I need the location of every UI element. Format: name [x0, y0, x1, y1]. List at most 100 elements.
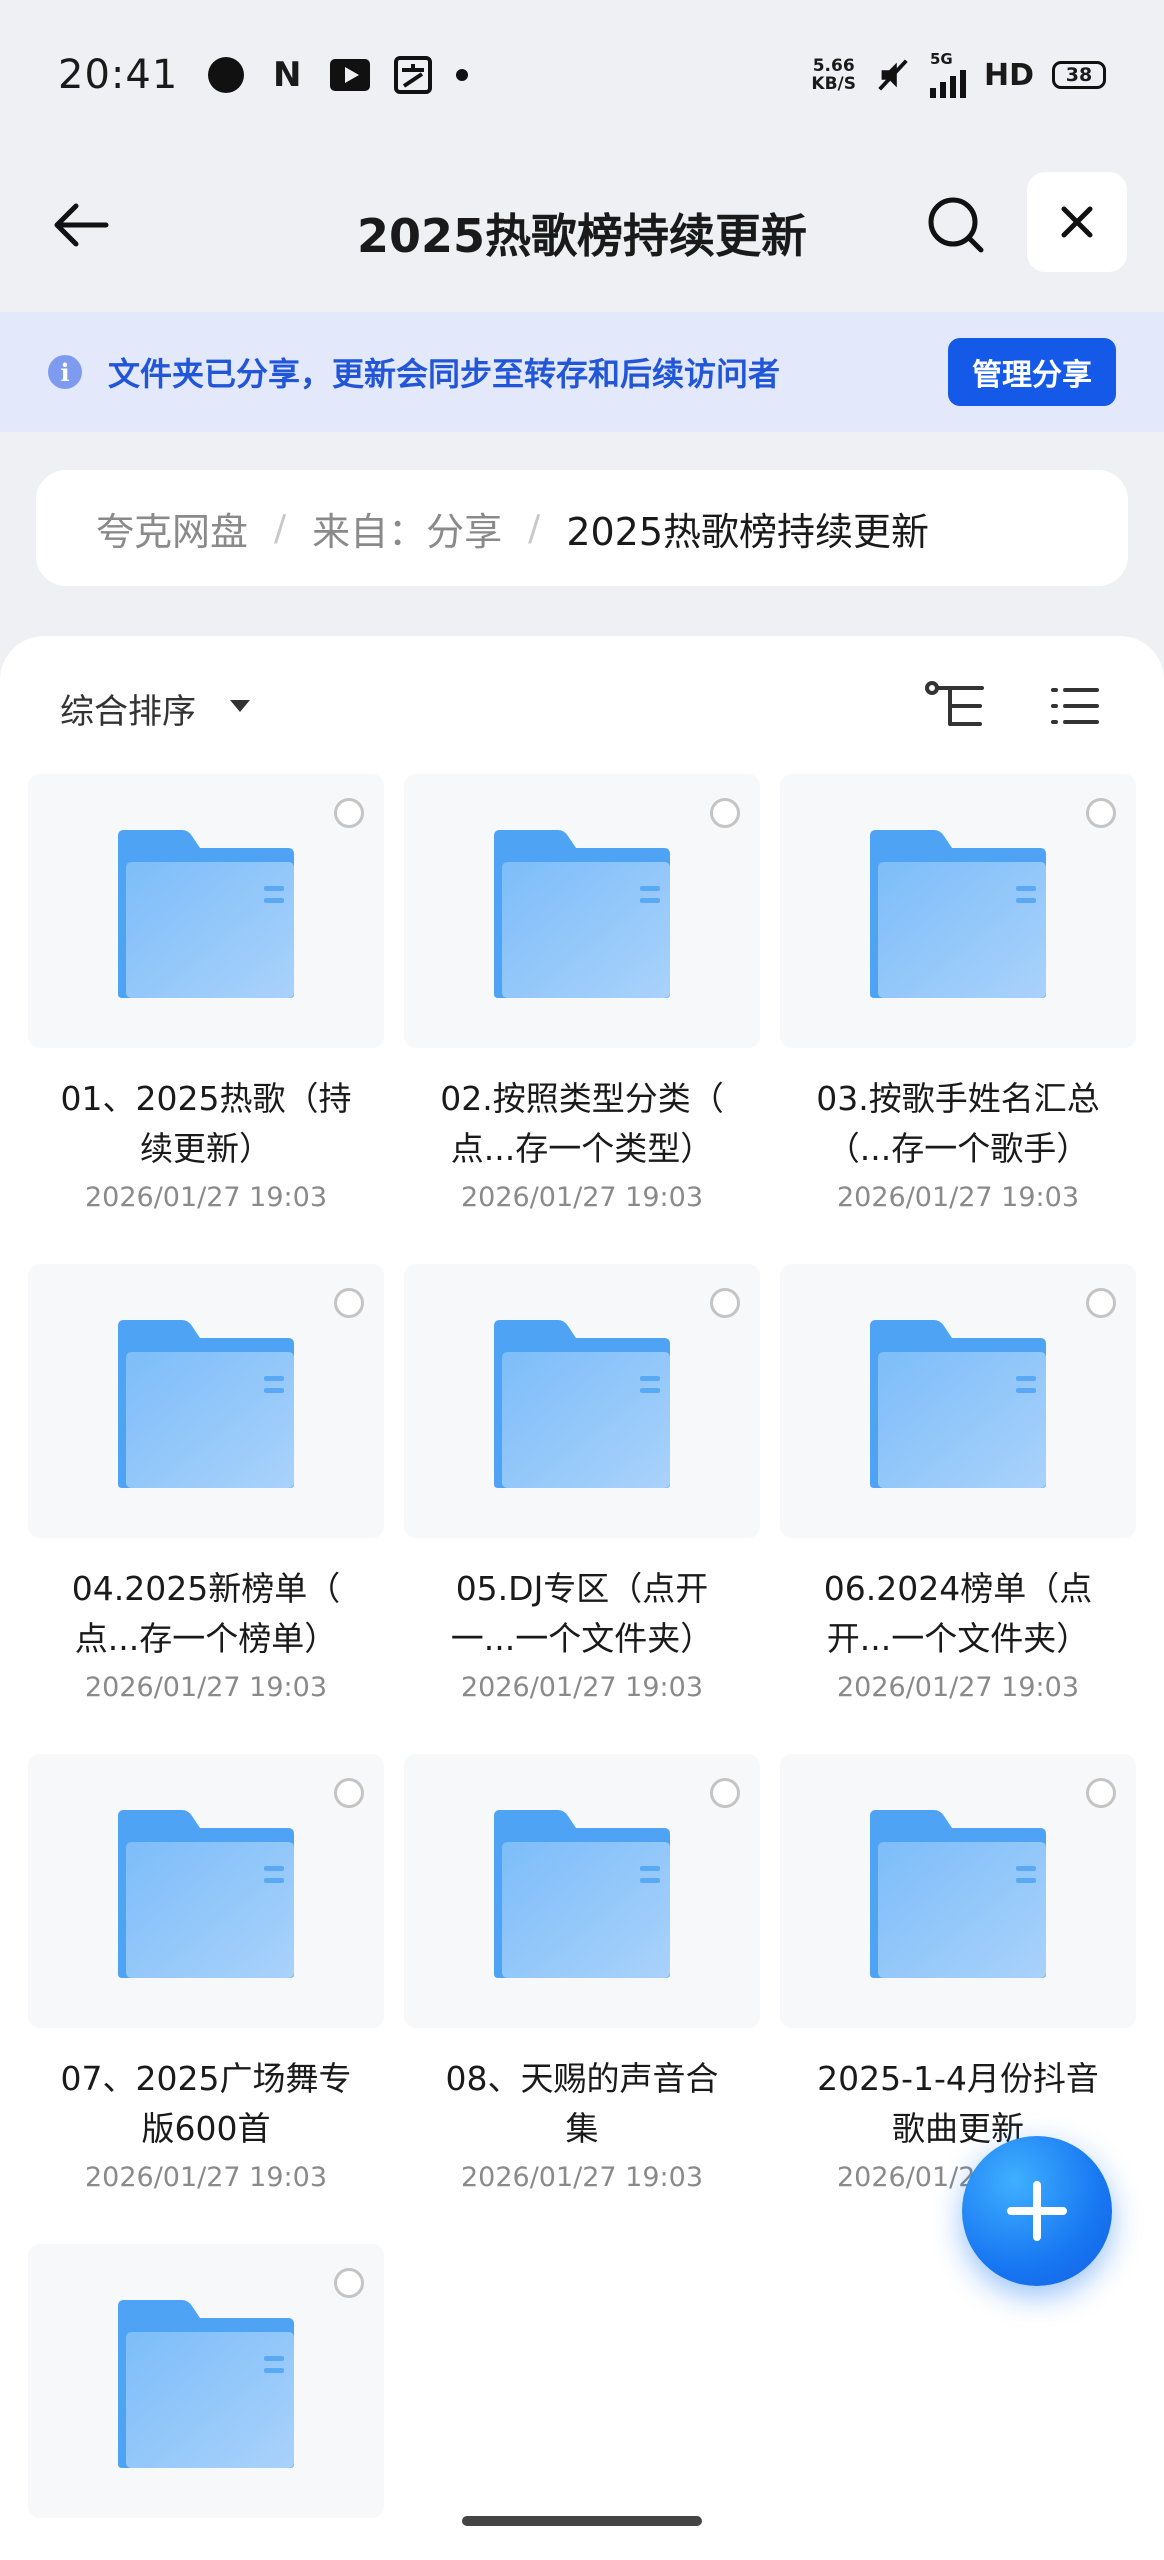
folder-icon: [494, 1810, 670, 1978]
folder-thumbnail: [28, 2244, 384, 2518]
folder-icon: [494, 1320, 670, 1488]
breadcrumb-separator: /: [528, 507, 541, 549]
network-speed-value: 5.66: [812, 56, 855, 76]
folder-name-line-1: 08、天赐的声音合: [445, 2059, 719, 2098]
share-notice-banner: i 文件夹已分享，更新会同步至转存和后续访问者 管理分享: [0, 312, 1164, 432]
breadcrumb: 夸克网盘 / 来自：分享 / 2025热歌榜持续更新: [36, 470, 1128, 586]
file-grid: 01、2025热歌（持 续更新） 2026/01/27 19:03 02.按照类型…: [0, 636, 1164, 2560]
folder-name: 03.按歌手姓名汇总 （...存一个歌手）: [780, 1074, 1136, 1174]
folder-name: 2025-1-4月份抖音 歌曲更新: [780, 2054, 1136, 2154]
folder-name-line-2: 一...一个文件夹）: [450, 1619, 714, 1658]
signal-bars-icon: [929, 66, 966, 98]
search-icon: [928, 197, 984, 253]
status-time: 20:41: [58, 52, 179, 98]
folder-name-line-1: 06.2024榜单（点: [823, 1569, 1093, 1608]
folder-name-line-2: 版600首: [141, 2109, 271, 2148]
circle-app-icon: [208, 57, 245, 93]
folder-item[interactable]: 02.按照类型分类（ 点...存一个类型） 2026/01/27 19:03: [404, 774, 764, 1254]
folder-name-line-2: 续更新）: [140, 1129, 272, 1168]
folder-icon: [870, 830, 1046, 998]
folder-name-line-2: 集: [565, 2109, 599, 2148]
folder-thumbnail: [780, 1754, 1136, 2028]
folder-icon: [118, 1810, 294, 1978]
folder-name-line-2: 点...存一个类型）: [450, 1129, 714, 1168]
folder-item[interactable]: 05.DJ专区（点开 一...一个文件夹） 2026/01/27 19:03: [404, 1264, 764, 1744]
folder-name-line-2: 点...存一个榜单）: [74, 1619, 338, 1658]
select-checkbox[interactable]: [334, 798, 364, 828]
folder-name-line-2: （...存一个歌手）: [826, 1129, 1090, 1168]
folder-name: 06.2024榜单（点 开...一个文件夹）: [780, 1564, 1136, 1664]
folder-name: 07、2025广场舞专 版600首: [28, 2054, 384, 2154]
folder-date: 2026/01/27 19:03: [836, 1672, 1079, 1703]
breadcrumb-item-shared[interactable]: 来自：分享: [312, 501, 502, 556]
add-button[interactable]: [962, 2136, 1112, 2286]
header: 2025热歌榜持续更新: [0, 160, 1164, 290]
folder-date: 2026/01/27 19:03: [460, 1672, 703, 1703]
folder-icon: [118, 2300, 294, 2468]
folder-thumbnail: [28, 1754, 384, 2028]
folder-name: 04.2025新榜单（ 点...存一个榜单）: [28, 1564, 384, 1664]
vibrate-mute-icon: [874, 56, 912, 94]
notification-icons: N: [208, 55, 469, 95]
file-panel: 综合排序 01、2025热歌（持 续更新） 2026/01/27 19:03 02…: [0, 636, 1164, 2560]
breadcrumb-item-root[interactable]: 夸克网盘: [96, 501, 248, 556]
folder-name-line-1: 01、2025热歌（持: [60, 1079, 352, 1118]
folder-name: 01、2025热歌（持 续更新）: [28, 1074, 384, 1174]
folder-item[interactable]: 07、2025广场舞专 版600首 2026/01/27 19:03: [28, 1754, 388, 2234]
folder-name: 08、天赐的声音合集: [404, 2054, 760, 2154]
close-button[interactable]: [1027, 172, 1127, 272]
youtube-icon: [330, 59, 371, 91]
folder-item[interactable]: 08、天赐的声音合集 2026/01/27 19:03: [404, 1754, 764, 2234]
select-checkbox[interactable]: [1086, 1778, 1116, 1808]
folder-icon: [118, 1320, 294, 1488]
network-speed-unit: KB/S: [811, 74, 856, 94]
breadcrumb-separator: /: [274, 507, 287, 549]
hd-indicator: HD: [983, 57, 1034, 93]
folder-thumbnail: [28, 774, 384, 1048]
folder-thumbnail: [404, 1264, 760, 1538]
folder-date: 2026/01/27 19:03: [460, 1182, 703, 1213]
folder-item[interactable]: 01、2025热歌（持 续更新） 2026/01/27 19:03: [28, 774, 388, 1254]
select-checkbox[interactable]: [334, 1288, 364, 1318]
manage-share-button[interactable]: 管理分享: [948, 338, 1116, 406]
folder-name-line-1: 02.按照类型分类（: [440, 1079, 724, 1118]
folder-thumbnail: [780, 1264, 1136, 1538]
folder-name-line-2: 开...一个文件夹）: [826, 1619, 1090, 1658]
select-checkbox[interactable]: [710, 1778, 740, 1808]
select-checkbox[interactable]: [334, 1778, 364, 1808]
folder-item[interactable]: 06.2024榜单（点 开...一个文件夹） 2026/01/27 19:03: [780, 1264, 1140, 1744]
select-checkbox[interactable]: [710, 798, 740, 828]
folder-date: 2026/01/27 19:03: [84, 2162, 327, 2193]
folder-date: 2026/01/27 19:03: [84, 1672, 327, 1703]
select-checkbox[interactable]: [1086, 798, 1116, 828]
battery-icon: 38: [1052, 61, 1106, 89]
folder-date: 2026/01/27 19:03: [836, 1182, 1079, 1213]
info-icon: i: [48, 355, 82, 389]
folder-item[interactable]: [28, 2244, 388, 2518]
folder-icon: [870, 1810, 1046, 1978]
folder-name: 02.按照类型分类（ 点...存一个类型）: [404, 1074, 760, 1174]
folder-name-line-1: 2025-1-4月份抖音: [817, 2059, 1099, 2098]
folder-item[interactable]: 03.按歌手姓名汇总 （...存一个歌手） 2026/01/27 19:03: [780, 774, 1140, 1254]
select-checkbox[interactable]: [1086, 1288, 1116, 1318]
folder-item[interactable]: 04.2025新榜单（ 点...存一个榜单） 2026/01/27 19:03: [28, 1264, 388, 1744]
folder-thumbnail: [28, 1264, 384, 1538]
select-checkbox[interactable]: [334, 2268, 364, 2298]
share-notice-text: 文件夹已分享，更新会同步至转存和后续访问者: [108, 355, 781, 393]
folder-name-line-1: 04.2025新榜单（: [71, 1569, 341, 1608]
search-button[interactable]: [916, 190, 996, 260]
folder-thumbnail: [404, 774, 760, 1048]
more-notifications-dot-icon: [456, 69, 469, 81]
folder-name: 05.DJ专区（点开 一...一个文件夹）: [404, 1564, 760, 1664]
folder-name-line-1: 03.按歌手姓名汇总: [816, 1079, 1100, 1118]
alipay-icon: [394, 56, 433, 94]
n-app-icon: N: [273, 55, 302, 95]
status-bar: 20:41 N 5.66 KB/S 5G HD 38: [0, 0, 1164, 150]
system-icons: 5.66 KB/S 5G HD 38: [811, 52, 1106, 98]
folder-icon: [118, 830, 294, 998]
home-indicator[interactable]: [462, 2516, 702, 2526]
folder-name-line-2: 歌曲更新: [892, 2109, 1024, 2148]
select-checkbox[interactable]: [710, 1288, 740, 1318]
close-icon: [1061, 206, 1093, 238]
network-type: 5G: [929, 50, 953, 68]
